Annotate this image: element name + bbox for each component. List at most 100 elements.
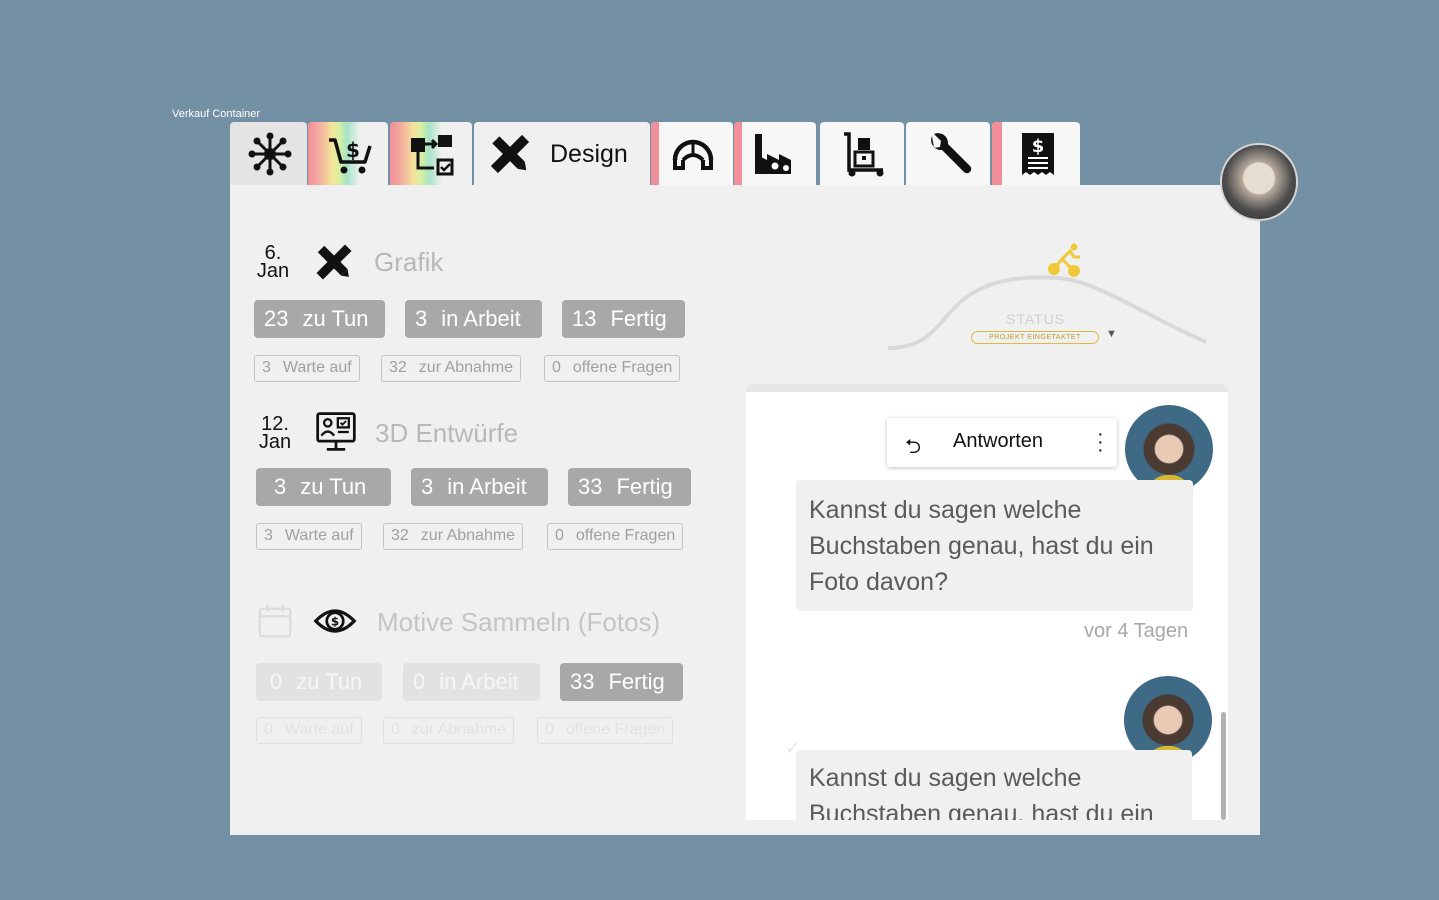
chat-message-clip: Kannst du sagen welche Buchstaben genau,… — [796, 750, 1192, 820]
status-pill-done[interactable]: 13 Fertig — [562, 300, 685, 338]
reply-arrow-icon: ⮌ — [905, 436, 922, 458]
pill-label: in Arbeit — [447, 474, 527, 499]
tab-logistics[interactable] — [820, 122, 904, 185]
status-pill-waiting[interactable]: 0 Warte auf — [256, 717, 362, 744]
pill-count: 0 — [545, 721, 554, 738]
pill-count: 0 — [264, 721, 273, 738]
status-pill-todo[interactable]: 3 zu Tun — [256, 468, 391, 506]
chevron-down-icon[interactable]: ▼ — [1106, 328, 1117, 340]
pill-label: Warte auf — [282, 359, 352, 376]
pill-count: 3 — [421, 474, 434, 499]
pill-count: 0 — [270, 669, 283, 694]
pill-count: 33 — [570, 669, 595, 694]
status-pill-approval[interactable]: 0 zur Abnahme — [383, 717, 515, 744]
cyclist-icon — [1048, 243, 1080, 277]
pill-count: 3 — [274, 474, 287, 499]
pill-count: 0 — [555, 527, 564, 544]
pill-count: 3 — [262, 359, 271, 376]
pill-count: 0 — [413, 669, 426, 694]
status-pill-waiting[interactable]: 3 Warte auf — [256, 523, 362, 550]
pill-label: zur Abnahme — [420, 527, 516, 544]
tab-sales[interactable]: $ — [308, 122, 388, 185]
pill-count: 3 — [264, 527, 273, 544]
network-hub-icon — [248, 132, 292, 176]
chat-message: Kannst du sagen welche Buchstaben genau,… — [796, 750, 1192, 820]
pill-label: zur Abnahme — [418, 359, 514, 376]
status-pill-questions[interactable]: 0 offene Fragen — [537, 717, 674, 744]
tab-service[interactable] — [906, 122, 990, 185]
status-pill-approval[interactable]: 32 zur Abnahme — [383, 523, 524, 550]
svg-text:$: $ — [1032, 136, 1045, 157]
pill-count: 0 — [391, 721, 400, 738]
tab-workflow[interactable] — [390, 122, 472, 185]
status-pill-in-progress[interactable]: 0 in Arbeit — [403, 663, 540, 701]
frame-label: Verkauf Container — [172, 108, 261, 120]
tab-design-label: Design — [550, 140, 628, 168]
eye-dollar-icon: $ — [313, 609, 357, 633]
chat-message: Kannst du sagen welche Buchstaben genau,… — [796, 480, 1193, 611]
pill-label: zu Tun — [296, 669, 363, 694]
pill-label: zu Tun — [302, 306, 369, 331]
pill-count: 0 — [552, 359, 561, 376]
tab-marker — [651, 122, 659, 185]
helmet-icon — [672, 139, 714, 170]
status-pill-approval[interactable]: 32 zur Abnahme — [381, 355, 522, 382]
status-badge: PROJEKT EINGETAKTET — [971, 331, 1099, 344]
project-status[interactable]: STATUS PROJEKT EINGETAKTET ▼ — [884, 240, 1214, 360]
pill-label: Warte auf — [284, 527, 354, 544]
svg-text:$: $ — [331, 615, 339, 629]
pill-count: 13 — [572, 306, 597, 331]
pill-label: zu Tun — [300, 474, 367, 499]
status-pill-done[interactable]: 33 Fertig — [560, 663, 683, 701]
pill-count: 32 — [389, 359, 407, 376]
status-pill-questions[interactable]: 0 offene Fragen — [544, 355, 681, 382]
pill-label: offene Fragen — [575, 527, 676, 544]
group-date: 12. Jan — [255, 414, 295, 453]
tab-invoice[interactable]: $ — [992, 122, 1080, 185]
pill-label: Fertig — [610, 306, 667, 331]
cart-dollar-icon: $ — [329, 138, 372, 174]
date-month: Jan — [256, 260, 290, 282]
status-pill-todo[interactable]: 0 zu Tun — [256, 663, 382, 701]
status-pill-todo[interactable]: 23 zu Tun — [254, 300, 385, 338]
status-pill-waiting[interactable]: 3 Warte auf — [254, 355, 360, 382]
pill-label: offene Fragen — [572, 359, 673, 376]
wrench-icon — [931, 133, 972, 174]
pill-count: 3 — [415, 306, 428, 331]
tab-hub[interactable] — [230, 122, 307, 185]
status-pill-in-progress[interactable]: 3 in Arbeit — [405, 300, 542, 338]
pill-label: in Arbeit — [441, 306, 521, 331]
tab-marker — [992, 122, 1002, 185]
hand-truck-icon — [844, 132, 884, 177]
workflow-icon — [411, 135, 454, 176]
tab-design[interactable]: Design — [474, 122, 650, 185]
tab-factory[interactable] — [734, 122, 816, 185]
user-avatar[interactable] — [1220, 143, 1298, 221]
pill-label: Fertig — [608, 669, 665, 694]
tab-helmet[interactable] — [651, 122, 733, 185]
pill-label: zur Abnahme — [411, 721, 507, 738]
tab-bar: $ Design $ — [230, 122, 1080, 185]
date-month: Jan — [258, 431, 292, 453]
pill-count: 23 — [264, 306, 289, 331]
status-label: STATUS — [1006, 311, 1066, 327]
status-pill-in-progress[interactable]: 3 in Arbeit — [411, 468, 548, 506]
status-pill-done[interactable]: 33 Fertig — [568, 468, 691, 506]
chat-scrollbar[interactable] — [1221, 712, 1226, 820]
group-title: 3D Entwürfe — [375, 418, 519, 448]
invoice-dollar-icon: $ — [1022, 133, 1054, 175]
pill-count: 33 — [578, 474, 603, 499]
3d-design-screen-icon — [316, 412, 356, 451]
tab-marker — [734, 122, 742, 185]
pill-label: offene Fragen — [565, 721, 666, 738]
calendar-icon — [258, 604, 292, 638]
status-pill-questions[interactable]: 0 offene Fragen — [547, 523, 684, 550]
group-date: 6. Jan — [253, 243, 293, 282]
pill-label: Fertig — [616, 474, 673, 499]
pill-count: 32 — [391, 527, 409, 544]
reply-menu[interactable]: ⮌ Antworten · · · — [887, 418, 1117, 467]
more-options-icon[interactable]: · · · — [1097, 424, 1105, 460]
reply-button[interactable]: Antworten — [953, 430, 1043, 453]
pencil-ruler-icon — [490, 134, 530, 174]
group-title: Grafik — [374, 247, 444, 277]
